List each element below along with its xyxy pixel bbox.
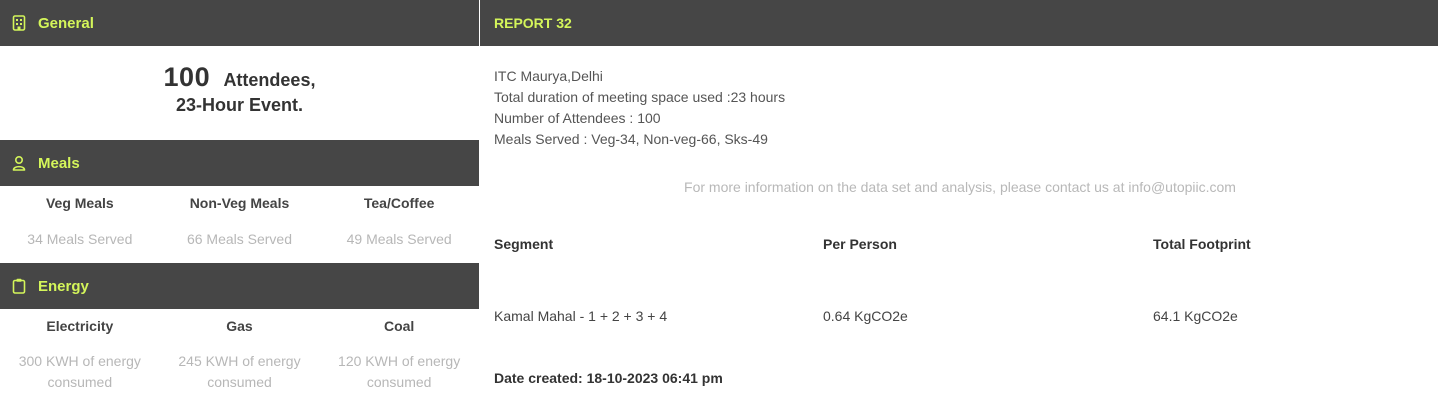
building-icon [12,15,26,31]
non-veg-meals-label: Non-Veg Meals [189,195,290,211]
date-created: Date created: 18-10-2023 06:41 pm [494,370,723,386]
total-footprint-cell: 64.1 KgCO2e [1153,308,1238,324]
energy-header: Energy [0,263,479,309]
clipboard-icon [12,278,26,294]
segment-cell: Kamal Mahal - 1 + 2 + 3 + 4 [494,308,668,324]
veg-meals-value: 34 Meals Served [27,231,133,247]
report-panel: REPORT 32 ITC Maurya,Delhi Total duratio… [480,0,1440,419]
attendees-count: 100 [163,62,211,92]
coal-value: 120 KWH of energy consumed [338,353,461,390]
tea-coffee-value: 49 Meals Served [346,231,452,247]
report-info: ITC Maurya,Delhi Total duration of meeti… [494,66,785,150]
energy-labels: Electricity Gas Coal [0,318,479,334]
energy-values: 300 KWH of energy consumed 245 KWH of en… [0,351,479,393]
tea-coffee-label: Tea/Coffee [363,195,435,211]
header-total-footprint: Total Footprint [1153,236,1251,252]
venue: ITC Maurya,Delhi [494,68,603,84]
non-veg-meals-value: 66 Meals Served [186,231,293,247]
meals-title: Meals [38,154,80,172]
energy-title: Energy [38,277,89,295]
electricity-label: Electricity [46,318,114,334]
event-summary: 100 Attendees, 23-Hour Event. [0,62,479,116]
meals-served: Meals Served : Veg-34, Non-veg-66, Sks-4… [494,131,768,147]
general-header: General [0,0,479,46]
coal-label: Coal [383,318,415,334]
electricity-value: 300 KWH of energy consumed [18,353,141,390]
header-segment: Segment [494,236,554,252]
per-person-cell: 0.64 KgCO2e [823,308,908,324]
event-duration: 23-Hour Event. [175,95,304,115]
contact-note: For more information on the data set and… [684,179,1236,195]
gas-label: Gas [226,318,253,334]
report-title: REPORT 32 [494,15,572,31]
veg-meals-label: Veg Meals [45,195,114,211]
report-header: REPORT 32 [480,0,1438,46]
header-per-person: Per Person [823,236,897,252]
report-page: General 100 Attendees, 23-Hour Event. Me… [0,0,1440,419]
meals-header: Meals [0,140,479,186]
general-title: General [38,14,94,32]
meals-labels: Veg Meals Non-Veg Meals Tea/Coffee [0,195,479,211]
duration: Total duration of meeting space used :23… [494,89,786,105]
attendees-label: Attendees, [223,70,316,90]
summary-panel: General 100 Attendees, 23-Hour Event. Me… [0,0,479,419]
gas-value: 245 KWH of energy consumed [178,353,301,390]
meals-values: 34 Meals Served 66 Meals Served 49 Meals… [0,229,479,250]
attendees: Number of Attendees : 100 [494,110,661,126]
person-icon [12,155,26,171]
